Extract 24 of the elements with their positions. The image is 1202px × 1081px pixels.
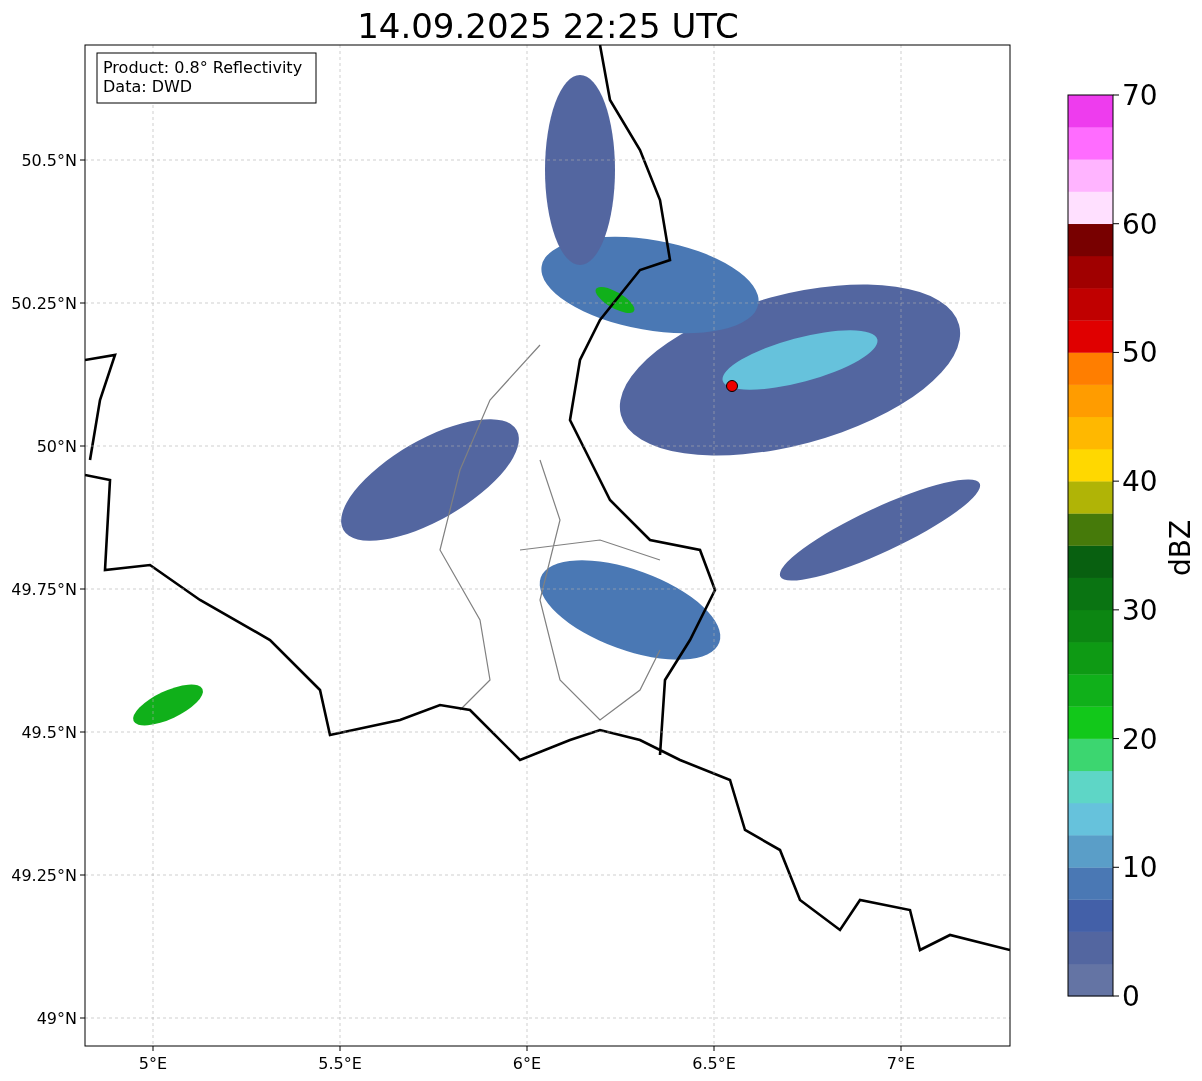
- latitude-label: 49.25°N: [11, 866, 77, 885]
- longitude-label: 5°E: [138, 1054, 168, 1073]
- latitude-label: 50.5°N: [21, 151, 77, 170]
- latitude-label: 49°N: [36, 1009, 77, 1028]
- latitude-label: 49.5°N: [21, 723, 77, 742]
- legend-text: Product: 0.8° Reflectivity: [103, 58, 303, 77]
- colorbar-tick-label: 0: [1122, 980, 1140, 1013]
- latitude-label: 49.75°N: [11, 580, 77, 599]
- longitude-label: 5.5°E: [318, 1054, 362, 1073]
- legend-text: Data: DWD: [103, 77, 193, 96]
- colorbar-tick-label: 20: [1122, 722, 1158, 756]
- colorbar-tick-label: 60: [1122, 207, 1158, 241]
- chart-title: 14.09.2025 22:25 UTC: [357, 6, 739, 46]
- latitude-label: 50.25°N: [11, 294, 77, 313]
- colorbar-label: dBZ: [1164, 519, 1197, 577]
- colorbar-tick-label: 50: [1122, 336, 1158, 370]
- colorbar-tick-label: 70: [1122, 79, 1158, 112]
- longitude-label: 6°E: [512, 1054, 542, 1073]
- latitude-label: 50°N: [36, 437, 77, 456]
- colorbar-tick-label: 30: [1122, 593, 1158, 627]
- longitude-label: 7°E: [886, 1054, 916, 1073]
- colorbar-tick-label: 10: [1122, 851, 1158, 885]
- colorbar-tick-label: 40: [1122, 465, 1158, 499]
- longitude-label: 6.5°E: [692, 1054, 736, 1073]
